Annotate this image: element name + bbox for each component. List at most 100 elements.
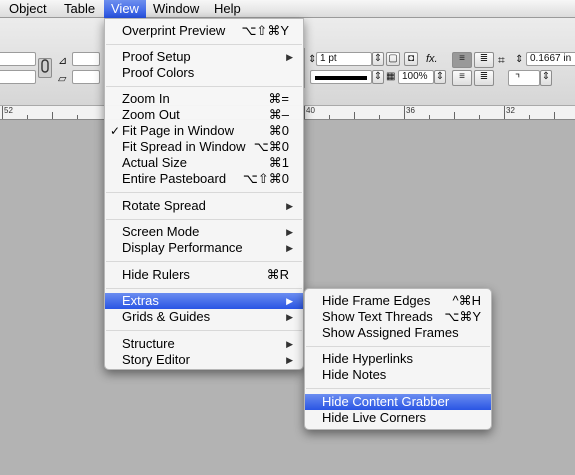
corner-options-icon[interactable]: ⌗ bbox=[498, 53, 505, 68]
menu-item-proof-setup[interactable]: Proof Setup ▶ bbox=[105, 49, 303, 65]
menu-item-display-performance[interactable]: Display Performance ▶ bbox=[105, 240, 303, 256]
drop-shadow-icon[interactable]: ▢ bbox=[386, 52, 400, 66]
menu-help[interactable]: Help bbox=[208, 0, 247, 18]
menu-item-label: Proof Setup bbox=[122, 49, 191, 64]
ruler-tick bbox=[554, 112, 555, 119]
ruler-tick bbox=[2, 106, 3, 119]
menu-item-label: Show Assigned Frames bbox=[322, 325, 459, 340]
x-position-field[interactable] bbox=[0, 52, 36, 66]
constrain-proportions-icon[interactable] bbox=[38, 58, 52, 78]
menu-item-rotate-spread[interactable]: Rotate Spread ▶ bbox=[105, 198, 303, 214]
menu-item-hide-notes[interactable]: Hide Notes bbox=[305, 367, 491, 383]
menu-item-shortcut: ⌥⇧⌘0 bbox=[242, 171, 289, 186]
menu-item-extras[interactable]: Extras ▶ bbox=[105, 293, 303, 309]
stroke-type-dropdown[interactable]: ⇕ bbox=[372, 70, 384, 84]
menu-divider bbox=[106, 86, 302, 87]
menu-item-label: Zoom Out bbox=[122, 107, 180, 122]
menu-item-fit-page-in-window[interactable]: ✓ Fit Page in Window ⌘0 bbox=[105, 123, 303, 139]
submenu-arrow-icon: ▶ bbox=[286, 339, 293, 349]
view-menu: Overprint Preview ⌥⇧⌘Y Proof Setup ▶ Pro… bbox=[104, 18, 304, 370]
menu-item-label: Hide Hyperlinks bbox=[322, 351, 414, 366]
submenu-arrow-icon: ▶ bbox=[286, 355, 293, 365]
scale-percent-value: 100% bbox=[402, 71, 428, 82]
menu-divider bbox=[306, 388, 490, 389]
ruler-tick bbox=[304, 106, 305, 119]
separator bbox=[304, 48, 305, 88]
corner-shape-select[interactable]: ⌝ bbox=[508, 70, 540, 86]
ruler-tick bbox=[354, 112, 355, 119]
corner-size-value: 0.1667 in bbox=[530, 53, 572, 64]
menu-item-label: Hide Rulers bbox=[122, 267, 190, 282]
ruler-label: 36 bbox=[406, 106, 415, 115]
menu-item-label: Hide Frame Edges bbox=[322, 293, 431, 308]
text-wrap-box-icon[interactable]: ≣ bbox=[474, 52, 494, 68]
checkmark-icon: ✓ bbox=[110, 124, 121, 138]
text-wrap-jump-icon[interactable]: ≣ bbox=[474, 70, 494, 86]
menu-item-fit-spread-in-window[interactable]: Fit Spread in Window ⌥⌘0 bbox=[105, 139, 303, 155]
stroke-weight-dropdown[interactable]: ⇕ bbox=[372, 52, 384, 66]
menu-item-overprint-preview[interactable]: Overprint Preview ⌥⇧⌘Y bbox=[105, 23, 303, 39]
scale-percent-dropdown[interactable]: ⇕ bbox=[434, 70, 446, 84]
stroke-weight-field[interactable]: 1 pt bbox=[316, 52, 372, 66]
corner-shape-dropdown[interactable]: ⇕ bbox=[540, 70, 552, 86]
menu-item-grids-and-guides[interactable]: Grids & Guides ▶ bbox=[105, 309, 303, 325]
menu-item-proof-colors[interactable]: Proof Colors bbox=[105, 65, 303, 81]
text-wrap-shape-icon[interactable]: ≡ bbox=[452, 70, 472, 86]
menu-window[interactable]: Window bbox=[147, 0, 205, 18]
menu-bar: Object Table View Window Help bbox=[0, 0, 575, 18]
ruler-tick bbox=[404, 106, 405, 119]
menu-table[interactable]: Table bbox=[58, 0, 101, 18]
ruler-tick bbox=[429, 115, 430, 119]
menu-divider bbox=[106, 261, 302, 262]
submenu-arrow-icon: ▶ bbox=[286, 227, 293, 237]
stroke-type-select[interactable] bbox=[310, 70, 372, 84]
ruler-tick bbox=[454, 112, 455, 119]
text-wrap-none-icon[interactable]: ≡ bbox=[452, 52, 472, 68]
menu-item-label: Grids & Guides bbox=[122, 309, 211, 324]
menu-item-label: Show Text Threads bbox=[322, 309, 433, 324]
menu-item-structure[interactable]: Structure ▶ bbox=[105, 336, 303, 352]
menu-item-actual-size[interactable]: Actual Size ⌘1 bbox=[105, 155, 303, 171]
menu-item-hide-content-grabber[interactable]: Hide Content Grabber bbox=[305, 394, 491, 410]
y-position-field[interactable] bbox=[0, 70, 36, 84]
menu-item-label: Hide Content Grabber bbox=[322, 394, 450, 409]
menu-item-shortcut: ⌘0 bbox=[268, 123, 289, 138]
menu-item-story-editor[interactable]: Story Editor ▶ bbox=[105, 352, 303, 368]
menu-item-shortcut: ⌘R bbox=[266, 267, 289, 282]
menu-item-screen-mode[interactable]: Screen Mode ▶ bbox=[105, 224, 303, 240]
menu-item-label: Fit Page in Window bbox=[122, 123, 234, 138]
menu-item-shortcut: ⌘= bbox=[268, 91, 289, 106]
menu-item-hide-live-corners[interactable]: Hide Live Corners bbox=[305, 410, 491, 426]
corner-size-field[interactable]: 0.1667 in bbox=[526, 52, 575, 66]
ruler-tick bbox=[329, 115, 330, 119]
menu-item-show-text-threads[interactable]: Show Text Threads ⌥⌘Y bbox=[305, 309, 491, 325]
effects-fx-icon[interactable]: fx. bbox=[426, 53, 438, 65]
menu-item-shortcut: ⌥⌘Y bbox=[444, 309, 481, 324]
scale-percent-field[interactable]: 100% bbox=[398, 70, 434, 84]
ruler-tick bbox=[529, 115, 530, 119]
corner-shape-icon: ⌝ bbox=[515, 73, 521, 85]
menu-item-zoom-in[interactable]: Zoom In ⌘= bbox=[105, 91, 303, 107]
menu-item-entire-pasteboard[interactable]: Entire Pasteboard ⌥⇧⌘0 bbox=[105, 171, 303, 187]
menu-item-label: Fit Spread in Window bbox=[122, 139, 246, 154]
shadow-box-icon[interactable]: ◘ bbox=[404, 52, 418, 66]
menu-view[interactable]: View bbox=[104, 0, 146, 18]
menu-item-shortcut: ⌘1 bbox=[268, 155, 289, 170]
menu-divider bbox=[106, 288, 302, 289]
rotation-field[interactable] bbox=[72, 52, 100, 66]
menu-item-hide-hyperlinks[interactable]: Hide Hyperlinks bbox=[305, 351, 491, 367]
menu-divider bbox=[306, 346, 490, 347]
corner-stepper-icon[interactable]: ⇕ bbox=[515, 54, 523, 65]
menu-item-zoom-out[interactable]: Zoom Out ⌘– bbox=[105, 107, 303, 123]
ruler-label: 32 bbox=[506, 106, 515, 115]
ruler-tick bbox=[52, 112, 53, 119]
menu-object[interactable]: Object bbox=[0, 0, 53, 18]
shear-field[interactable] bbox=[72, 70, 100, 84]
menu-divider bbox=[106, 219, 302, 220]
menu-item-label: Proof Colors bbox=[122, 65, 195, 80]
menu-item-show-assigned-frames[interactable]: Show Assigned Frames bbox=[305, 325, 491, 341]
ruler-tick bbox=[479, 115, 480, 119]
menu-item-label: Structure bbox=[122, 336, 175, 351]
menu-item-hide-frame-edges[interactable]: Hide Frame Edges ^⌘H bbox=[305, 293, 491, 309]
menu-item-hide-rulers[interactable]: Hide Rulers ⌘R bbox=[105, 267, 303, 283]
